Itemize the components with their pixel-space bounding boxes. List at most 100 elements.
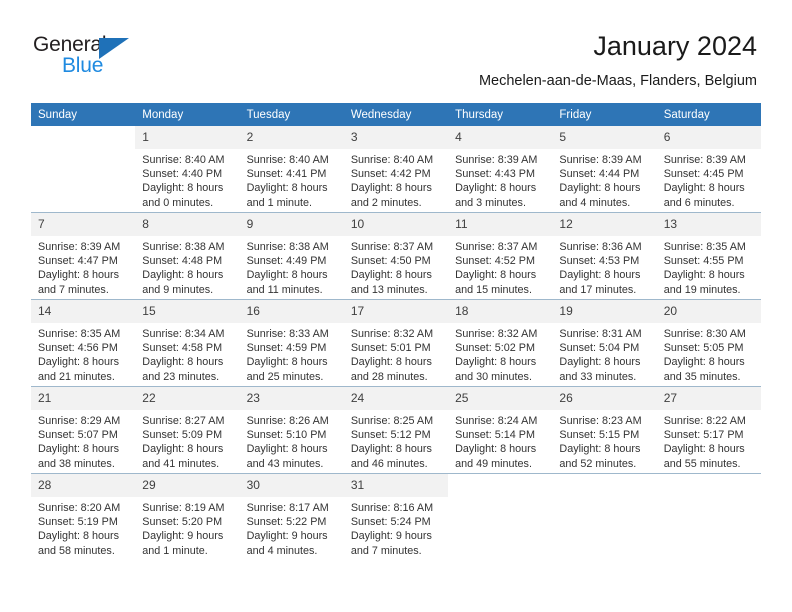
day-details: Sunrise: 8:37 AM Sunset: 4:50 PM Daylight:…: [344, 236, 448, 297]
calendar-day-cell[interactable]: 22 Sunrise: 8:27 AM Sunset: 5:09 PM Dayligh…: [135, 386, 240, 474]
day-detail-line: Sunrise: 8:39 AM: [38, 241, 121, 253]
day-number: 31: [343, 474, 449, 497]
day-details: Sunrise: 8:24 AM Sunset: 5:14 PM Daylight:…: [448, 410, 552, 471]
day-detail-line: and 4 minutes.: [559, 196, 631, 209]
weekday-header-thursday: Thursday: [448, 103, 553, 126]
calendar-page: General Blue January 2024 Mechelen-aan-d…: [0, 0, 792, 612]
day-detail-line: Sunrise: 8:37 AM: [350, 241, 434, 253]
calendar-day-cell[interactable]: 1 Sunrise: 8:40 AM Sunset: 4:40 PM Daylight…: [135, 126, 240, 213]
day-number: 28: [31, 474, 136, 497]
day-cell-inner: 18 Sunrise: 8:32 AM Sunset: 5:02 PM Dayligh…: [448, 300, 553, 386]
calendar-day-cell[interactable]: 21 Sunrise: 8:29 AM Sunset: 5:07 PM Dayligh…: [31, 386, 136, 474]
day-detail-line: and 23 minutes.: [142, 370, 220, 383]
calendar-day-cell[interactable]: 9 Sunrise: 8:38 AM Sunset: 4:49 PM Daylight…: [239, 212, 344, 300]
day-detail-line: and 43 minutes.: [246, 457, 324, 470]
day-number: [552, 474, 657, 497]
day-detail-line: Sunset: 5:04 PM: [559, 342, 640, 355]
day-number: 2: [239, 126, 344, 149]
day-cell-inner: 19 Sunrise: 8:31 AM Sunset: 5:04 PM Dayligh…: [552, 300, 657, 386]
calendar-day-cell[interactable]: 7 Sunrise: 8:39 AM Sunset: 4:47 PM Daylight…: [31, 212, 136, 300]
calendar-day-cell[interactable]: 26 Sunrise: 8:23 AM Sunset: 5:15 PM Dayligh…: [552, 386, 657, 474]
calendar-day-cell[interactable]: 28 Sunrise: 8:20 AM Sunset: 5:19 PM Dayligh…: [31, 473, 136, 560]
day-detail-line: and 30 minutes.: [455, 370, 532, 383]
calendar-day-cell[interactable]: 29 Sunrise: 8:19 AM Sunset: 5:20 PM Dayligh…: [135, 473, 240, 560]
calendar-day-cell[interactable]: 14 Sunrise: 8:35 AM Sunset: 4:56 PM Dayligh…: [31, 299, 136, 387]
day-number: 9: [239, 213, 344, 236]
day-cell-inner: 16 Sunrise: 8:33 AM Sunset: 4:59 PM Dayligh…: [239, 300, 344, 386]
calendar-day-cell[interactable]: 20 Sunrise: 8:30 AM Sunset: 5:05 PM Dayligh…: [656, 299, 761, 387]
calendar-day-cell[interactable]: 12 Sunrise: 8:36 AM Sunset: 4:53 PM Dayligh…: [552, 212, 657, 300]
calendar-day-cell[interactable]: 23 Sunrise: 8:26 AM Sunset: 5:10 PM Dayligh…: [239, 386, 344, 474]
calendar-day-cell[interactable]: 27 Sunrise: 8:22 AM Sunset: 5:17 PM Dayligh…: [656, 386, 761, 474]
day-detail-line: and 58 minutes.: [38, 544, 115, 557]
calendar-day-cell[interactable]: 17 Sunrise: 8:32 AM Sunset: 5:01 PM Dayligh…: [343, 299, 449, 387]
day-detail-line: and 9 minutes.: [142, 283, 214, 296]
day-detail-line: Daylight: 8 hours: [559, 356, 641, 369]
day-detail-line: Daylight: 8 hours: [142, 443, 224, 456]
day-details: Sunrise: 8:23 AM Sunset: 5:15 PM Daylight:…: [552, 410, 656, 471]
day-detail-line: Daylight: 8 hours: [455, 356, 537, 369]
calendar-day-cell[interactable]: 11 Sunrise: 8:37 AM Sunset: 4:52 PM Dayligh…: [448, 212, 553, 300]
day-details: [448, 497, 552, 501]
day-detail-line: and 49 minutes.: [455, 457, 532, 470]
day-cell-inner: 1 Sunrise: 8:40 AM Sunset: 4:40 PM Daylight…: [135, 126, 240, 212]
day-cell-inner: 15 Sunrise: 8:34 AM Sunset: 4:58 PM Dayligh…: [135, 300, 240, 386]
day-detail-line: Daylight: 8 hours: [38, 530, 120, 543]
day-number: 14: [31, 300, 136, 323]
calendar-day-cell[interactable]: 8 Sunrise: 8:38 AM Sunset: 4:48 PM Daylight…: [135, 212, 240, 300]
day-details: Sunrise: 8:30 AM Sunset: 5:05 PM Daylight:…: [657, 323, 761, 384]
day-detail-line: Daylight: 8 hours: [559, 443, 641, 456]
day-cell-inner: 7 Sunrise: 8:39 AM Sunset: 4:47 PM Daylight…: [31, 213, 136, 299]
calendar-day-cell[interactable]: 2 Sunrise: 8:40 AM Sunset: 4:41 PM Daylight…: [239, 126, 344, 213]
calendar-day-cell[interactable]: 19 Sunrise: 8:31 AM Sunset: 5:04 PM Dayligh…: [552, 299, 657, 387]
day-number: 26: [552, 387, 657, 410]
day-detail-line: Sunrise: 8:25 AM: [350, 415, 434, 427]
day-number: 13: [656, 213, 761, 236]
calendar-day-cell-empty: [448, 473, 553, 560]
day-detail-line: Sunset: 5:09 PM: [142, 429, 223, 442]
calendar-day-cell[interactable]: 31 Sunrise: 8:16 AM Sunset: 5:24 PM Dayligh…: [343, 473, 449, 560]
title-block: January 2024 Mechelen-aan-de-Maas, Fland…: [479, 30, 757, 91]
calendar-day-cell[interactable]: 15 Sunrise: 8:34 AM Sunset: 4:58 PM Dayligh…: [135, 299, 240, 387]
day-detail-line: Sunrise: 8:19 AM: [142, 502, 225, 514]
day-cell-inner: [448, 474, 553, 560]
day-detail-line: Sunrise: 8:40 AM: [246, 154, 329, 166]
day-cell-inner: 22 Sunrise: 8:27 AM Sunset: 5:09 PM Dayligh…: [135, 387, 240, 473]
day-cell-inner: 17 Sunrise: 8:32 AM Sunset: 5:01 PM Dayligh…: [343, 300, 449, 386]
day-cell-inner: 2 Sunrise: 8:40 AM Sunset: 4:41 PM Daylight…: [239, 126, 344, 212]
day-number: [448, 474, 553, 497]
calendar-day-cell[interactable]: 30 Sunrise: 8:17 AM Sunset: 5:22 PM Dayligh…: [239, 473, 344, 560]
day-number: 25: [448, 387, 553, 410]
calendar-day-cell[interactable]: 25 Sunrise: 8:24 AM Sunset: 5:14 PM Dayligh…: [448, 386, 553, 474]
day-cell-inner: 12 Sunrise: 8:36 AM Sunset: 4:53 PM Dayligh…: [552, 213, 657, 299]
day-detail-line: Sunset: 5:20 PM: [142, 516, 223, 529]
day-details: Sunrise: 8:38 AM Sunset: 4:48 PM Daylight:…: [135, 236, 239, 297]
day-detail-line: and 0 minutes.: [142, 196, 214, 209]
calendar-day-cell[interactable]: 6 Sunrise: 8:39 AM Sunset: 4:45 PM Daylight…: [656, 126, 761, 213]
calendar-day-cell[interactable]: 5 Sunrise: 8:39 AM Sunset: 4:44 PM Daylight…: [552, 126, 657, 213]
day-detail-line: and 28 minutes.: [350, 370, 428, 383]
day-number: 18: [448, 300, 553, 323]
day-detail-line: Sunrise: 8:20 AM: [38, 502, 121, 514]
calendar-day-cell[interactable]: 24 Sunrise: 8:25 AM Sunset: 5:12 PM Dayligh…: [343, 386, 449, 474]
day-detail-line: Sunrise: 8:38 AM: [246, 241, 329, 253]
day-detail-line: Daylight: 8 hours: [38, 356, 120, 369]
day-number: 6: [656, 126, 761, 149]
calendar-day-cell[interactable]: 3 Sunrise: 8:40 AM Sunset: 4:42 PM Daylight…: [343, 126, 449, 213]
day-number: 19: [552, 300, 657, 323]
calendar-day-cell[interactable]: 16 Sunrise: 8:33 AM Sunset: 4:59 PM Dayligh…: [239, 299, 344, 387]
day-detail-line: Sunrise: 8:38 AM: [142, 241, 225, 253]
day-cell-inner: 30 Sunrise: 8:17 AM Sunset: 5:22 PM Dayligh…: [239, 474, 344, 560]
day-cell-inner: 11 Sunrise: 8:37 AM Sunset: 4:52 PM Dayligh…: [448, 213, 553, 299]
weekday-header-saturday: Saturday: [656, 103, 761, 126]
day-detail-line: Sunrise: 8:39 AM: [663, 154, 746, 166]
calendar-day-cell[interactable]: 18 Sunrise: 8:32 AM Sunset: 5:02 PM Dayligh…: [448, 299, 553, 387]
general-blue-logo[interactable]: General Blue: [33, 33, 163, 79]
day-detail-line: Sunrise: 8:16 AM: [350, 502, 434, 514]
calendar-day-cell[interactable]: 13 Sunrise: 8:35 AM Sunset: 4:55 PM Dayligh…: [656, 212, 761, 300]
calendar-body: 1 Sunrise: 8:40 AM Sunset: 4:40 PM Daylight…: [31, 126, 761, 560]
day-detail-line: Sunset: 5:01 PM: [350, 342, 431, 355]
calendar-day-cell[interactable]: 10 Sunrise: 8:37 AM Sunset: 4:50 PM Dayligh…: [343, 212, 449, 300]
calendar-day-cell[interactable]: 4 Sunrise: 8:39 AM Sunset: 4:43 PM Daylight…: [448, 126, 553, 213]
day-detail-line: Sunset: 4:49 PM: [246, 255, 327, 268]
